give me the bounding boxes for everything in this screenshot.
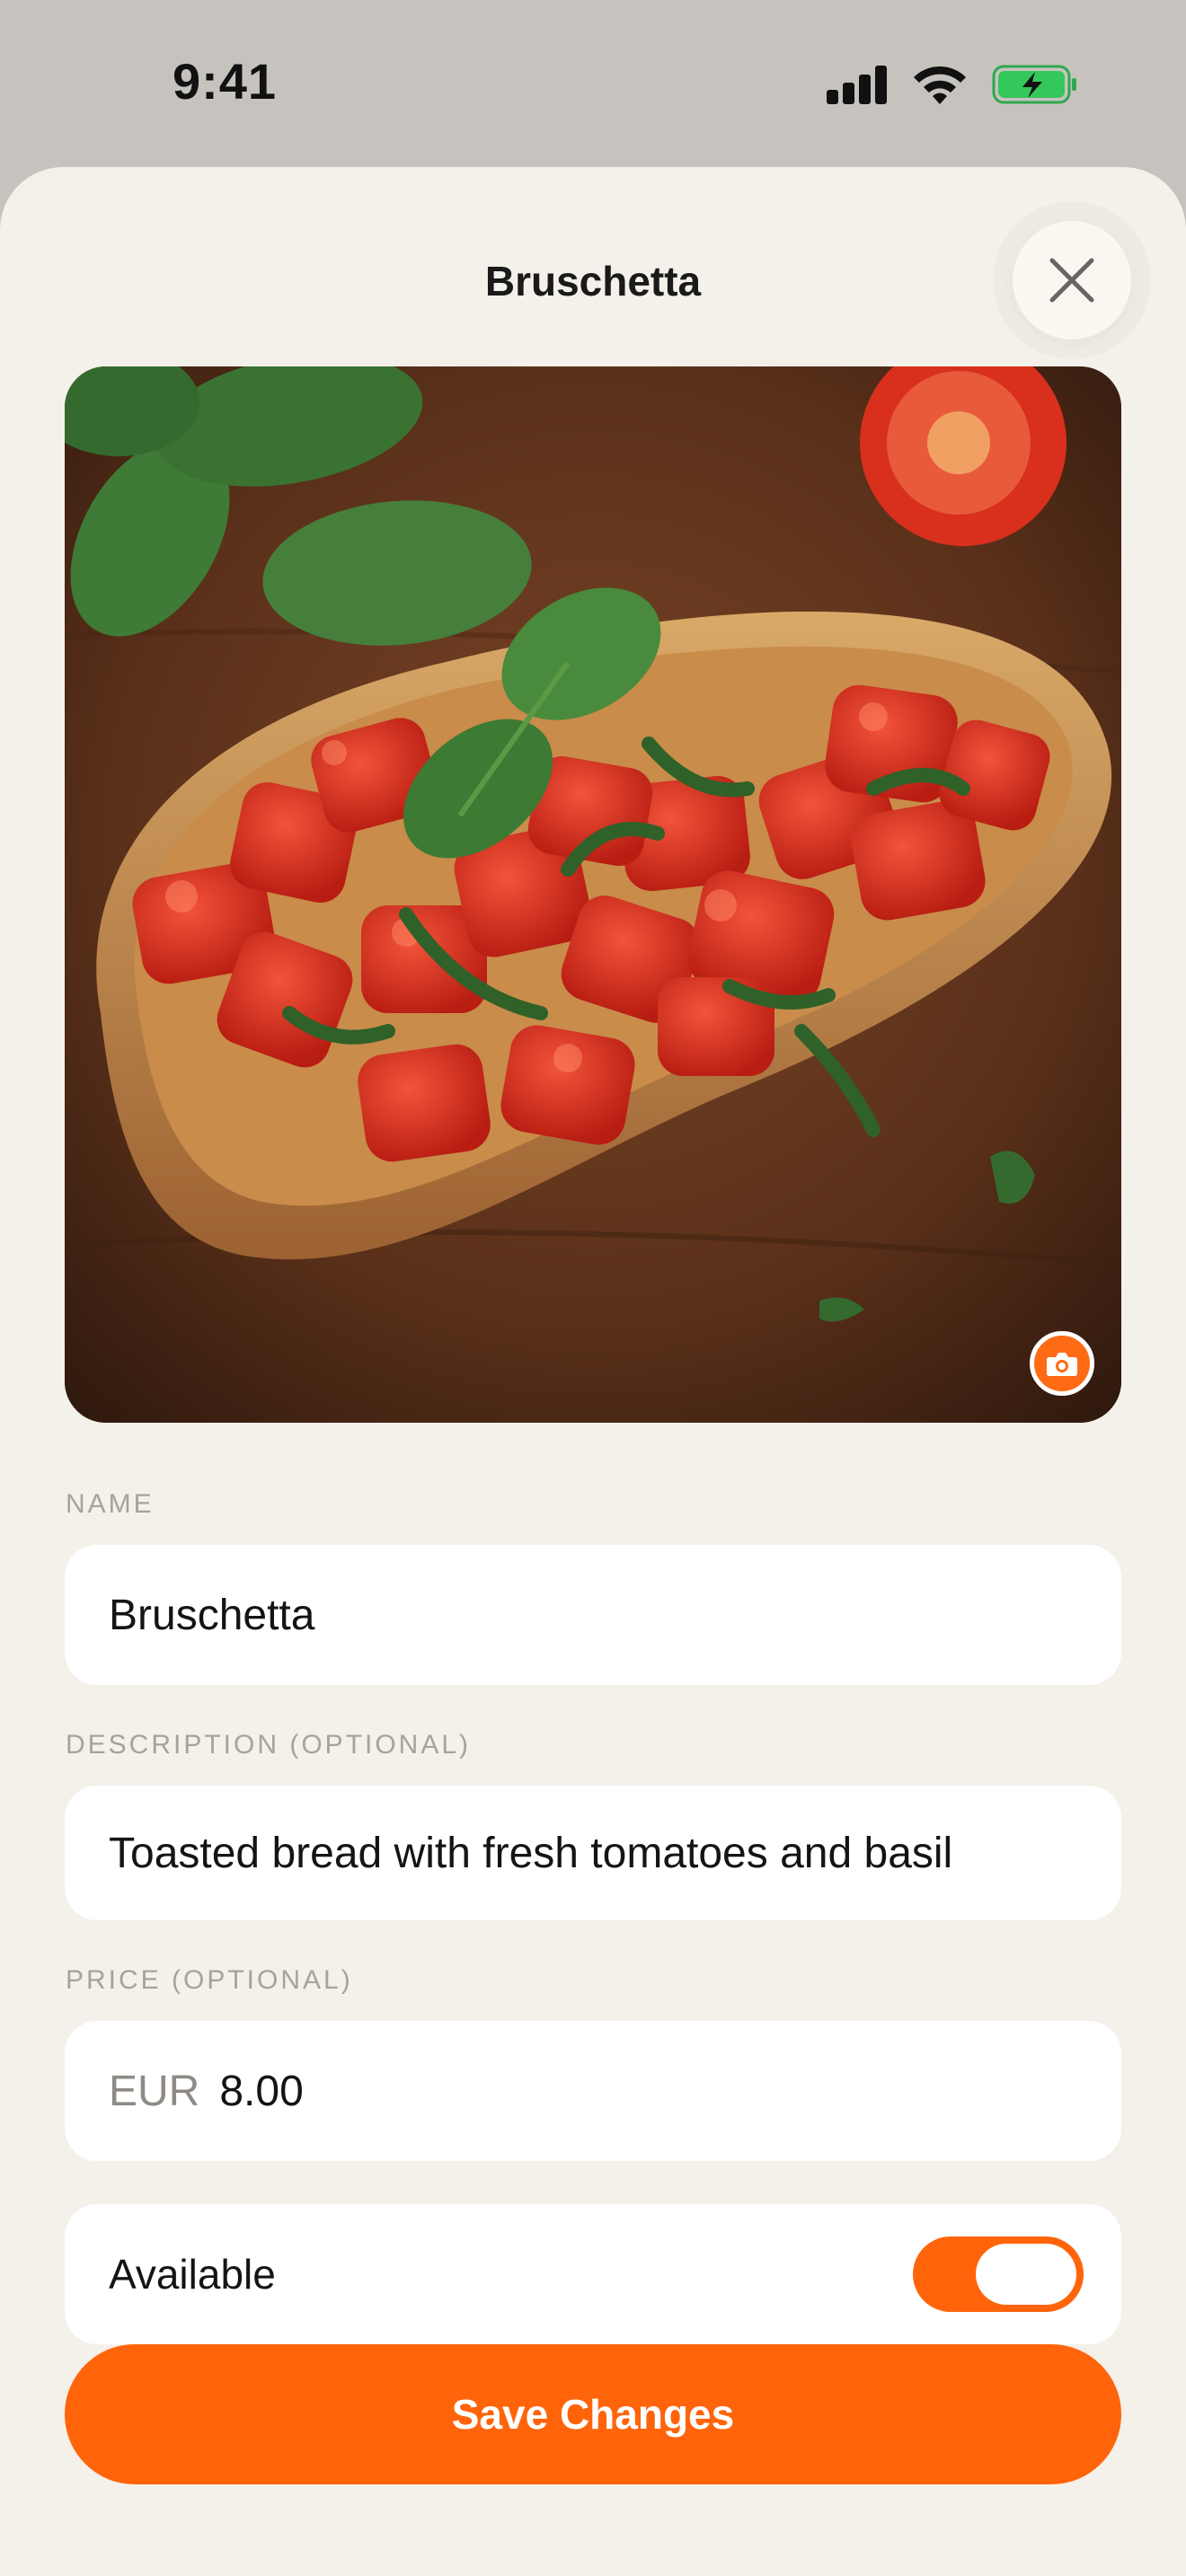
- available-row: Available: [65, 2204, 1121, 2344]
- description-field-container: [65, 1786, 1121, 1920]
- edit-item-sheet: Bruschetta NAME Bruschetta DESCRIPTION (…: [0, 167, 1186, 2576]
- camera-icon: [1047, 1353, 1077, 1376]
- close-button[interactable]: [1013, 221, 1131, 340]
- status-time: 9:41: [172, 53, 278, 110]
- screen: 9:41 Bruschetta NAME Bruschetta DESCRIPT…: [0, 0, 1186, 2576]
- price-input[interactable]: [219, 2066, 1121, 2116]
- close-icon: [1049, 258, 1094, 303]
- wifi-icon: [914, 66, 966, 104]
- description-label: DESCRIPTION (OPTIONAL): [66, 1730, 472, 1760]
- name-label: NAME: [66, 1489, 155, 1519]
- item-photo[interactable]: [65, 366, 1121, 1423]
- status-bar: 9:41: [0, 0, 1186, 171]
- price-label: PRICE (OPTIONAL): [66, 1965, 353, 1995]
- name-field-container: [65, 1545, 1121, 1685]
- available-toggle[interactable]: [913, 2236, 1084, 2312]
- name-input[interactable]: [109, 1590, 1121, 1640]
- bruschetta-photo: [65, 366, 1121, 1423]
- available-label: Available: [109, 2251, 276, 2298]
- description-input[interactable]: [109, 1828, 1121, 1878]
- change-photo-button[interactable]: [1030, 1331, 1094, 1396]
- battery-charging-icon: [992, 65, 1076, 104]
- status-icons: [827, 63, 1078, 106]
- price-field-container: EUR: [65, 2021, 1121, 2161]
- signal-icon: [827, 65, 888, 104]
- toggle-knob: [976, 2244, 1076, 2305]
- save-changes-button[interactable]: Save Changes: [65, 2344, 1121, 2484]
- currency-prefix: EUR: [109, 2067, 200, 2115]
- sheet-title: Bruschetta: [484, 258, 702, 304]
